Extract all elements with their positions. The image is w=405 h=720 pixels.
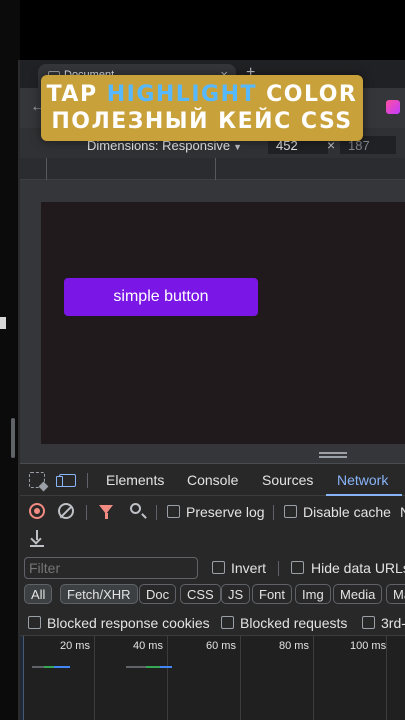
- ruler: [20, 158, 405, 180]
- clear-icon[interactable]: [58, 503, 74, 519]
- search-icon[interactable]: [130, 503, 141, 514]
- type-filter-chips: All Fetch/XHR Doc CSS JS Font Img Media …: [20, 582, 405, 608]
- banner-line-2: ПОЛЕЗНЫЙ КЕЙС CSS: [51, 109, 353, 134]
- separator: [273, 505, 274, 520]
- chip-js[interactable]: JS: [221, 584, 251, 604]
- chip-media[interactable]: Media: [333, 584, 383, 604]
- chip-all[interactable]: All: [24, 584, 53, 604]
- tab-network[interactable]: Network: [337, 472, 388, 488]
- simple-button[interactable]: simple button: [64, 278, 258, 316]
- scrollbar-thumb[interactable]: [11, 418, 15, 458]
- timeline-label: 40 ms: [133, 640, 163, 652]
- title-banner: TAP HIGHLIGHT COLOR ПОЛЕЗНЫЙ КЕЙС CSS: [41, 75, 363, 141]
- chip-overflow[interactable]: Ma: [386, 584, 405, 604]
- banner-text-post: COLOR: [256, 82, 358, 107]
- hide-data-urls-checkbox[interactable]: [291, 561, 304, 574]
- preserve-log-label: Preserve log: [186, 504, 265, 520]
- timeline-cursor: [20, 636, 24, 720]
- timeline-label: 20 ms: [60, 640, 90, 652]
- timeline-bar: [146, 666, 160, 668]
- chip-doc[interactable]: Doc: [139, 584, 177, 604]
- tab-sources[interactable]: Sources: [262, 472, 313, 488]
- timeline-label: 80 ms: [279, 640, 309, 652]
- devtools-panel: Elements Console Sources Network Preserv…: [20, 463, 405, 720]
- timeline-gridline: [386, 636, 387, 720]
- invert-checkbox[interactable]: [212, 561, 225, 574]
- preserve-log-checkbox[interactable]: [167, 505, 180, 518]
- resize-handle[interactable]: [319, 452, 347, 458]
- third-party-checkbox[interactable]: [362, 616, 375, 629]
- chip-font[interactable]: Font: [252, 584, 293, 604]
- separator: [156, 505, 157, 520]
- overflow-text: N: [400, 504, 405, 520]
- extension-icon[interactable]: [386, 100, 400, 114]
- chip-fetch-xhr[interactable]: Fetch/XHR: [60, 584, 138, 604]
- chip-css[interactable]: CSS: [180, 584, 221, 604]
- filter-row: Invert Hide data URLs: [20, 553, 405, 581]
- caret-down-icon: ▼: [233, 142, 242, 152]
- timeline-bar: [54, 666, 70, 668]
- blocked-cookies-label: Blocked response cookies: [47, 615, 210, 631]
- hide-data-urls-label: Hide data URLs: [311, 560, 405, 576]
- network-toolbar-secondary: [20, 525, 405, 553]
- filter-input[interactable]: [24, 557, 198, 579]
- browser-window: Document × + ← Dimensions: Responsive▼ 4…: [20, 60, 405, 720]
- edge-marker: [0, 317, 6, 329]
- devtools-tabbar: Elements Console Sources Network: [20, 464, 405, 496]
- blocked-requests-checkbox[interactable]: [221, 616, 234, 629]
- timeline-gridline: [240, 636, 241, 720]
- download-icon[interactable]: [30, 530, 44, 548]
- blocked-cookies-checkbox[interactable]: [28, 616, 41, 629]
- timeline-bar: [160, 666, 172, 668]
- ruler-tick: [46, 158, 47, 180]
- timeline-label: 60 ms: [206, 640, 236, 652]
- record-icon[interactable]: [29, 503, 45, 519]
- separator: [87, 473, 88, 488]
- disable-cache-label: Disable cache: [303, 504, 391, 520]
- ruler-tick: [215, 158, 216, 180]
- inspect-element-icon[interactable]: [29, 472, 45, 488]
- device-toggle-icon[interactable]: [56, 474, 76, 487]
- timeline-bar: [44, 666, 54, 668]
- banner-line-1: TAP HIGHLIGHT COLOR: [41, 81, 363, 108]
- chip-img[interactable]: Img: [295, 584, 331, 604]
- blocked-requests-label: Blocked requests: [240, 615, 348, 631]
- network-toolbar: Preserve log Disable cache N: [20, 497, 405, 525]
- tab-console[interactable]: Console: [187, 472, 238, 488]
- active-tab-indicator: [326, 494, 402, 496]
- tab-elements[interactable]: Elements: [106, 472, 164, 488]
- page-viewport: simple button: [41, 202, 405, 444]
- timeline-bar: [32, 666, 44, 668]
- timeline-bar: [126, 666, 146, 668]
- timeline-label: 100 ms: [350, 640, 387, 652]
- separator: [278, 561, 279, 576]
- disable-cache-checkbox[interactable]: [284, 505, 297, 518]
- timeline-gridline: [167, 636, 168, 720]
- invert-label: Invert: [231, 560, 267, 576]
- timeline-gridline: [94, 636, 95, 720]
- blocked-filter-row: Blocked response cookies Blocked request…: [20, 610, 405, 636]
- banner-highlight-word: HIGHLIGHT: [106, 82, 257, 107]
- separator: [86, 505, 87, 520]
- third-party-label: 3rd-: [381, 615, 405, 631]
- filter-icon[interactable]: [99, 505, 113, 519]
- banner-text-pre: TAP: [46, 82, 107, 107]
- network-timeline: 20 ms 40 ms 60 ms 80 ms 100 ms: [20, 636, 405, 720]
- left-edge-strip: [0, 0, 20, 720]
- timeline-gridline: [313, 636, 314, 720]
